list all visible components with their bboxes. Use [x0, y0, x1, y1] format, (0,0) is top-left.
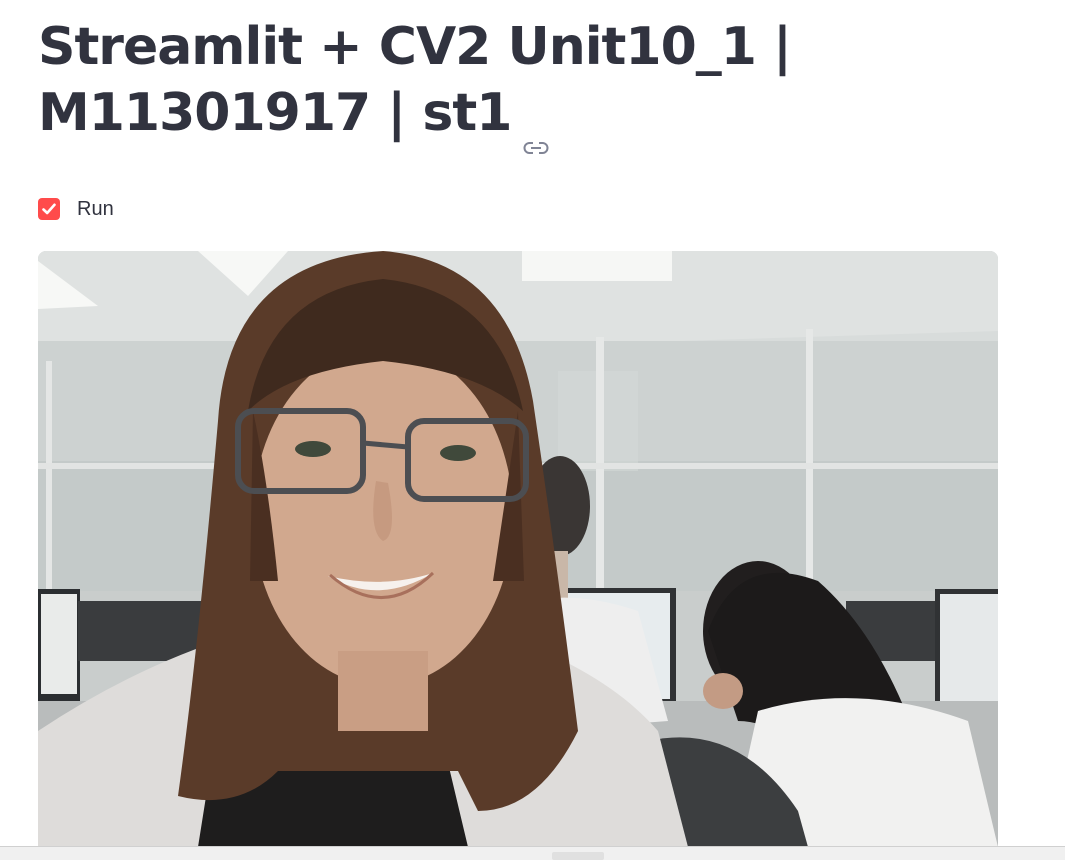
run-checkbox-label: Run	[77, 197, 114, 220]
run-checkbox[interactable]: Run	[38, 196, 114, 222]
horizontal-scrollbar[interactable]	[0, 846, 1065, 860]
link-icon[interactable]	[523, 105, 549, 155]
page-title: Streamlit + CV2 Unit10_1 | M11301917 | s…	[38, 14, 938, 155]
page-title-text: Streamlit + CV2 Unit10_1 | M11301917 | s…	[38, 17, 792, 143]
webcam-video-frame	[38, 251, 998, 847]
checkbox-checked-icon[interactable]	[38, 198, 60, 220]
